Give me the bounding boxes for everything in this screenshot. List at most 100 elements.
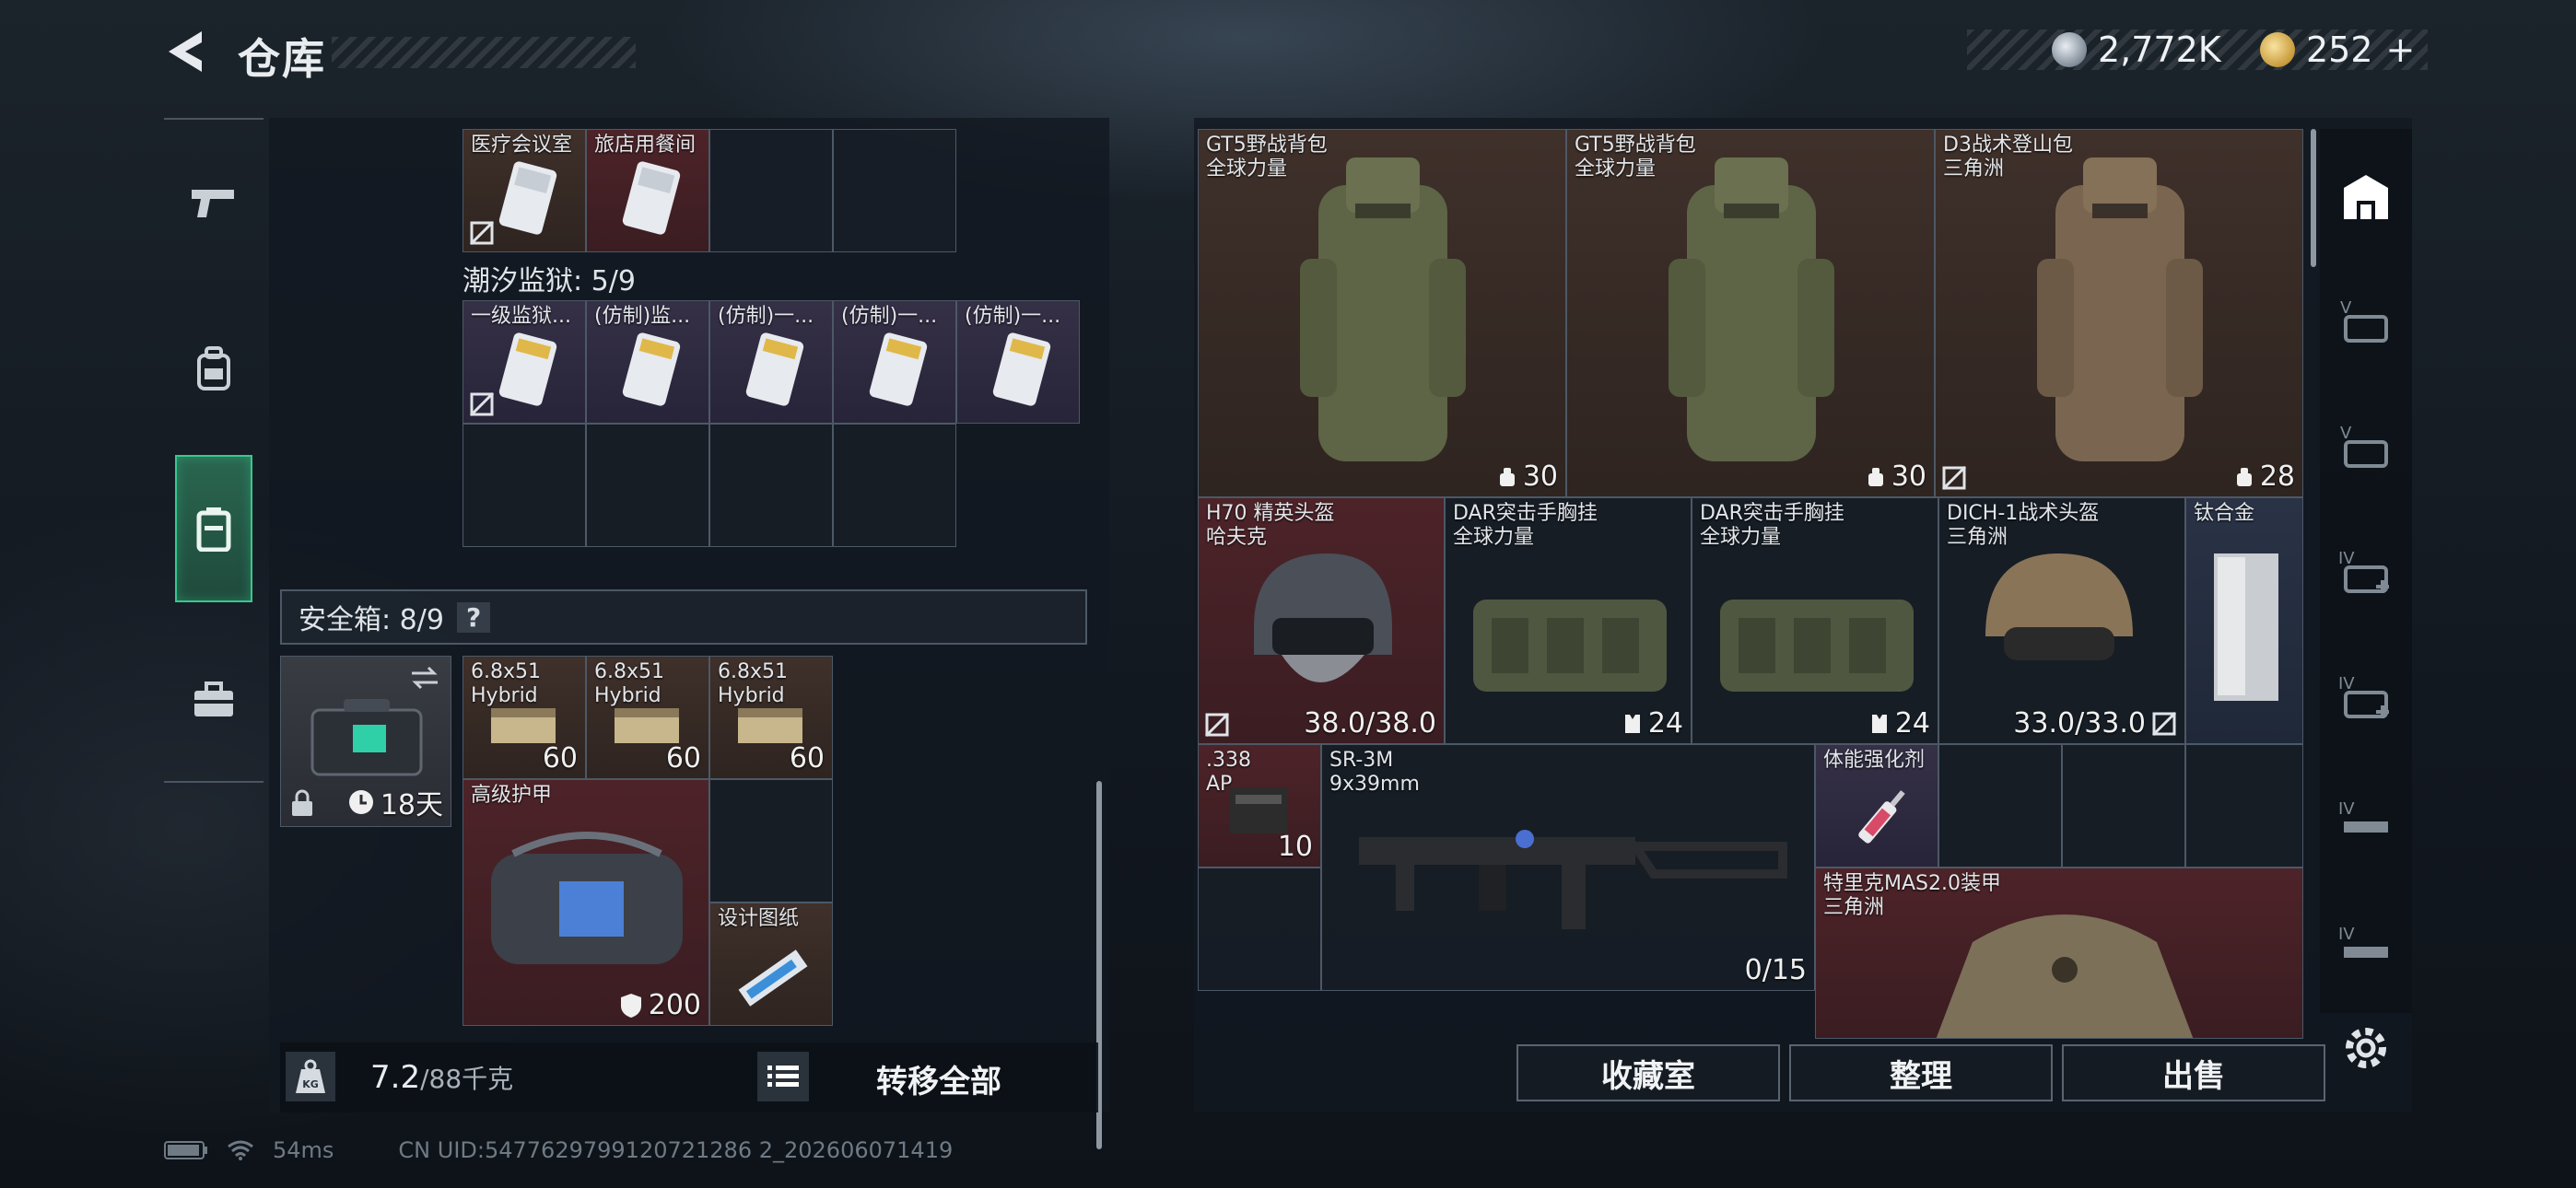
storage-iv-icon[interactable]: IV (2336, 919, 2395, 978)
capacity-count: 24 (1869, 707, 1930, 740)
empty-slot[interactable] (2185, 744, 2303, 868)
collection-room-button[interactable]: 收藏室 (1516, 1044, 1780, 1101)
ammo-item[interactable]: 6.8x51 Hybrid 60 (463, 656, 586, 779)
nav-warehouse[interactable] (175, 455, 252, 602)
rifle-item[interactable]: SR-3M 9x39mm 0/15 (1321, 744, 1815, 991)
no-trade-icon (469, 391, 495, 417)
empty-slot[interactable] (709, 129, 833, 252)
backpack-item[interactable]: GT5野战背包 全球力量 30 (1198, 129, 1566, 497)
empty-slot[interactable] (463, 424, 586, 547)
ammo-box-icon (615, 708, 679, 743)
ammo-item[interactable]: 6.8x51 Hybrid 60 (586, 656, 709, 779)
armor-vest-image (1936, 914, 2194, 1038)
safe-case-icon (310, 699, 423, 776)
uid-text: CN UID:5477629799120721286 2_20260607141… (398, 1137, 954, 1163)
settings-gear-icon[interactable] (2340, 1022, 2392, 1074)
safe-case-slot[interactable]: 18天 (280, 656, 451, 827)
ammo-box-icon (738, 708, 802, 743)
lock-icon (292, 789, 312, 816)
swap-icon[interactable] (408, 664, 441, 692)
empty-slot[interactable] (586, 424, 709, 547)
status-footer: 54ms CN UID:5477629799120721286 2_202606… (164, 1137, 953, 1163)
empty-slot[interactable] (709, 779, 833, 903)
empty-slot[interactable] (1938, 744, 2062, 868)
empty-slot[interactable] (2062, 744, 2185, 868)
empty-slot[interactable] (833, 129, 956, 252)
gold-coin-icon (2260, 32, 2295, 67)
vest-icon (1871, 714, 1887, 733)
transfer-all-button[interactable]: 转移全部 (833, 1055, 1045, 1101)
keycard-item[interactable]: (仿制)一... (709, 300, 833, 424)
item-count: 60 (789, 742, 825, 775)
silver-coin-icon (2052, 32, 2087, 67)
keycard-item[interactable]: (仿制)一... (956, 300, 1080, 424)
keycard-item[interactable]: (仿制)一... (833, 300, 956, 424)
list-view-button[interactable] (757, 1052, 809, 1101)
storage-v-icon[interactable]: V (2336, 293, 2395, 352)
durability: 38.0/38.0 (1304, 707, 1436, 740)
keycard-item[interactable]: (仿制)监... (586, 300, 709, 424)
add-currency-button[interactable]: + (2386, 29, 2416, 70)
pistol-icon (192, 190, 234, 217)
blueprint-item[interactable]: 设计图纸 (709, 903, 833, 1026)
empty-slot[interactable] (1198, 868, 1321, 991)
nav-equipment[interactable] (175, 295, 252, 442)
keycard-icon (498, 332, 557, 406)
storage-v-icon[interactable]: V (2336, 418, 2395, 477)
nav-toolbox[interactable] (175, 626, 252, 774)
storage-iv-icon[interactable]: IV (2336, 543, 2395, 602)
empty-slot[interactable] (833, 424, 956, 547)
backpack-image (1669, 157, 1834, 461)
keycard-icon (498, 161, 557, 235)
item-label: 钛合金 (2194, 502, 2255, 525)
storage-iv-icon[interactable]: IV (2336, 794, 2395, 853)
armor-vest-item[interactable]: 特里克MAS2.0装甲 三角洲 (1815, 868, 2303, 1039)
item-label: SR-3M 9x39mm (1329, 749, 1420, 796)
no-trade-icon (2151, 711, 2177, 736)
armor-bag-icon (491, 832, 683, 964)
currency-bar: 2,772K 252 + (1967, 29, 2428, 70)
right-scrollbar[interactable] (2311, 129, 2316, 267)
item-label: DAR突击手胸挂 全球力量 (1453, 502, 1598, 549)
keycard-item[interactable]: 医疗会议室 (463, 129, 586, 252)
empty-slot[interactable] (709, 424, 833, 547)
backpack-icon (197, 346, 230, 390)
backpack-item[interactable]: D3战术登山包 三角洲 28 (1935, 129, 2303, 497)
armor-item[interactable]: 高级护甲 200 (463, 779, 709, 1026)
helmet-item[interactable]: H70 精英头盔 哈夫克 38.0/38.0 (1198, 497, 1445, 744)
weight-box: KG (286, 1052, 335, 1101)
chest-rig-item[interactable]: DAR突击手胸挂 全球力量 24 (1445, 497, 1692, 744)
svg-text:V: V (2340, 424, 2352, 443)
backpack-item[interactable]: GT5野战背包 全球力量 30 (1566, 129, 1935, 497)
ammo-item[interactable]: 6.8x51 Hybrid 60 (709, 656, 833, 779)
safe-box-header: 安全箱: 8/9 ? (280, 589, 1087, 645)
weight-readout: 7.2/88千克 (370, 1059, 514, 1096)
keycard-item[interactable]: 一级监狱... (463, 300, 586, 424)
ammo-item[interactable]: .338 AP 10 (1198, 744, 1321, 868)
warehouse-home-icon[interactable] (2336, 168, 2395, 227)
stimulant-item[interactable]: 体能强化剂 (1815, 744, 1938, 868)
help-icon[interactable]: ? (456, 601, 491, 633)
organize-button[interactable]: 整理 (1789, 1044, 2053, 1101)
storage-iv-icon[interactable]: IV (2336, 669, 2395, 728)
nav-weapons[interactable] (175, 129, 252, 276)
back-arrow-icon[interactable] (161, 28, 209, 76)
backpack-image (2037, 157, 2203, 461)
titanium-item[interactable]: 钛合金 (2185, 497, 2303, 744)
prison-section-label: 潮汐监狱: 5/9 (463, 265, 636, 297)
chest-rig-image (1720, 600, 1914, 692)
item-count: 60 (665, 742, 701, 775)
sell-button[interactable]: 出售 (2062, 1044, 2325, 1101)
item-label: 旅店用餐间 (594, 134, 697, 157)
item-label: (仿制)一... (965, 305, 1061, 328)
svg-text:IV: IV (2338, 549, 2355, 568)
ammo-box-icon (1230, 787, 1287, 833)
keycard-item[interactable]: 旅店用餐间 (586, 129, 709, 252)
item-label: DAR突击手胸挂 全球力量 (1700, 502, 1844, 549)
item-label: (仿制)一... (841, 305, 938, 328)
helmet-item[interactable]: DICH-1战术头盔 三角洲 33.0/33.0 (1938, 497, 2185, 744)
keycard-icon (745, 332, 804, 406)
capacity-icon (1499, 467, 1515, 486)
chest-rig-item[interactable]: DAR突击手胸挂 全球力量 24 (1692, 497, 1938, 744)
capacity-count: 30 (1497, 460, 1558, 493)
